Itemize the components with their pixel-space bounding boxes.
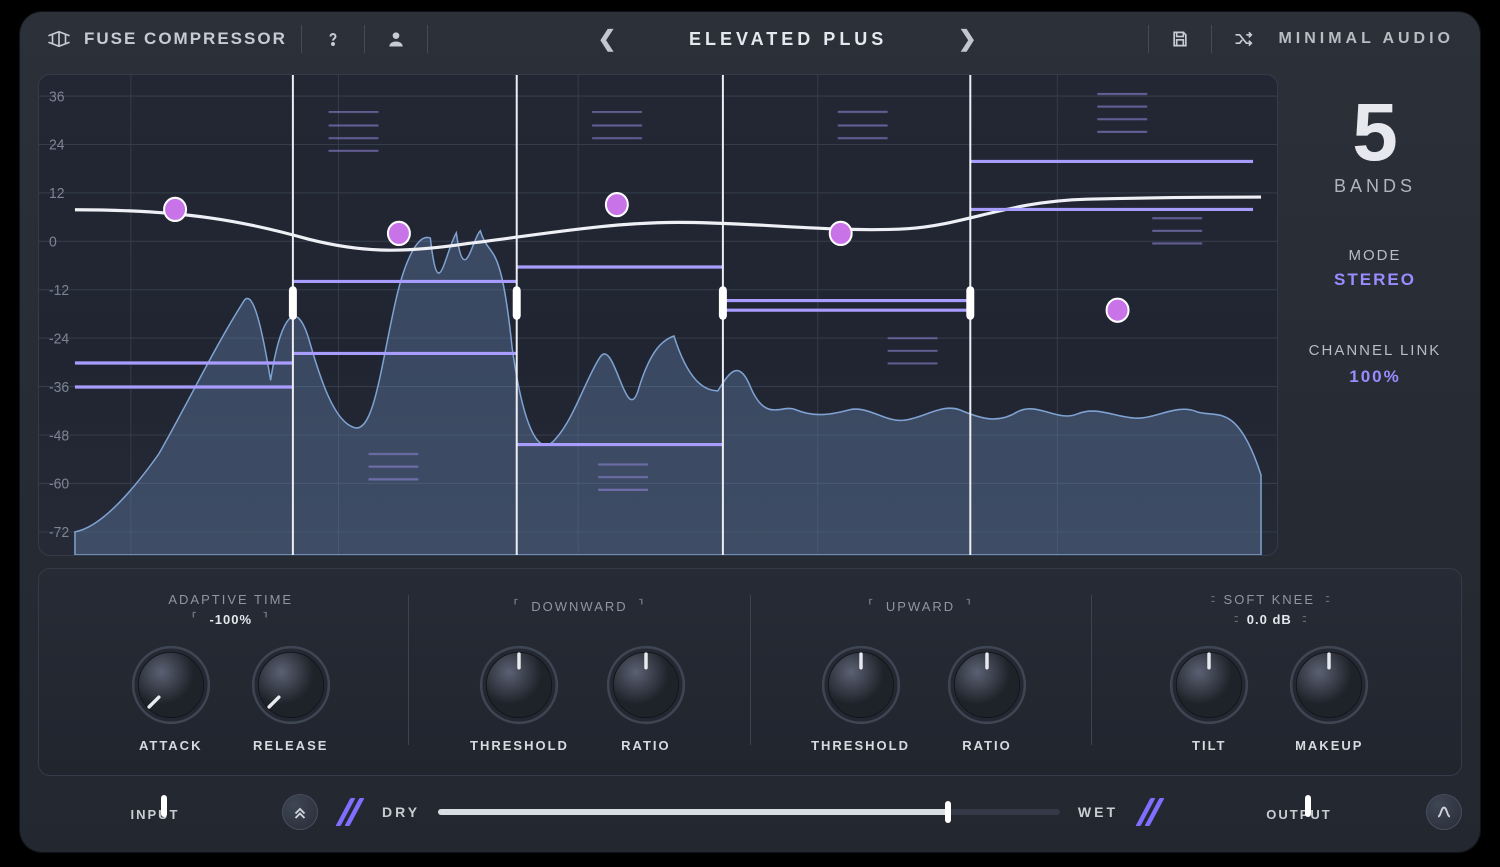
channel-link-value[interactable]: 100%	[1292, 367, 1458, 387]
account-button[interactable]	[379, 22, 413, 56]
db-tick: 24	[49, 137, 65, 153]
soft-knee-label: SOFT KNEE	[1224, 592, 1315, 607]
downward-label: DOWNWARD	[531, 599, 627, 614]
band-node[interactable]	[388, 222, 410, 245]
input-expand-button[interactable]	[282, 794, 318, 830]
ratio-knob[interactable]: RATIO	[603, 642, 689, 753]
makeup-knob[interactable]: MAKEUP	[1286, 642, 1372, 753]
mode-label: MODE	[1292, 247, 1458, 264]
product-name: FUSE COMPRESSOR	[84, 29, 287, 49]
input-label: INPUT	[131, 807, 180, 822]
divider	[301, 25, 302, 53]
dry-label: DRY	[382, 804, 420, 820]
threshold-knob[interactable]: THRESHOLD	[470, 642, 569, 753]
ratio-knob[interactable]: RATIO	[944, 642, 1030, 753]
preset-prev-button[interactable]: ❮	[598, 26, 618, 52]
randomize-button[interactable]	[1226, 22, 1260, 56]
db-tick: -12	[49, 283, 69, 299]
release-knob[interactable]: RELEASE	[248, 642, 334, 753]
band-split-handle[interactable]	[289, 286, 297, 320]
divider	[1091, 595, 1092, 745]
adaptive-time-label: ADAPTIVE TIME	[168, 592, 293, 607]
adaptive-time-value[interactable]: -100%	[209, 612, 252, 627]
mix-slider[interactable]	[438, 809, 1060, 815]
output-curve	[75, 197, 1261, 250]
tilt-knob[interactable]: TILT	[1166, 642, 1252, 753]
db-tick: -36	[49, 380, 69, 396]
band-node[interactable]	[606, 193, 628, 216]
db-tick: -48	[49, 428, 69, 444]
decoration-stripes	[1132, 797, 1168, 827]
channel-link-label: CHANNEL LINK	[1292, 340, 1458, 361]
attack-knob[interactable]: ATTACK	[128, 642, 214, 753]
band-node[interactable]	[1107, 299, 1129, 322]
bands-count[interactable]: 5	[1292, 96, 1458, 170]
divider	[750, 595, 751, 745]
db-tick: 0	[49, 234, 57, 250]
band-split-handle[interactable]	[966, 286, 974, 320]
db-tick: -24	[49, 331, 69, 347]
divider	[1211, 25, 1212, 53]
db-tick: -72	[49, 525, 69, 541]
db-tick: 36	[49, 89, 65, 105]
band-node[interactable]	[164, 198, 186, 221]
spectrum-fill	[75, 231, 1261, 555]
save-preset-button[interactable]	[1163, 22, 1197, 56]
band-split-handle[interactable]	[719, 286, 727, 320]
help-button[interactable]	[316, 22, 350, 56]
app-logo-icon	[46, 29, 72, 49]
divider	[408, 595, 409, 745]
divider	[427, 25, 428, 53]
wet-label: WET	[1078, 804, 1118, 820]
band-split-handle[interactable]	[513, 286, 521, 320]
db-tick: 12	[49, 186, 65, 202]
soft-knee-value[interactable]: 0.0 dB	[1247, 612, 1292, 627]
preset-name[interactable]: ELEVATED PLUS	[658, 29, 918, 50]
upward-label: UPWARD	[886, 599, 955, 614]
band-node[interactable]	[830, 222, 852, 245]
mode-value[interactable]: STEREO	[1292, 270, 1458, 290]
decoration-stripes	[332, 797, 368, 827]
preset-next-button[interactable]: ❯	[958, 26, 978, 52]
output-curve-button[interactable]	[1426, 794, 1462, 830]
spectrum-analyser[interactable]: 36 24 12 0 -12 -24 -36 -48 -60 -72	[38, 74, 1278, 556]
db-tick: -60	[49, 476, 69, 492]
output-label: OUTPUT	[1266, 807, 1331, 822]
brand-label: MINIMAL AUDIO	[1278, 30, 1454, 48]
divider	[1148, 25, 1149, 53]
divider	[364, 25, 365, 53]
bands-label: BANDS	[1292, 176, 1458, 197]
threshold-knob[interactable]: THRESHOLD	[811, 642, 910, 753]
